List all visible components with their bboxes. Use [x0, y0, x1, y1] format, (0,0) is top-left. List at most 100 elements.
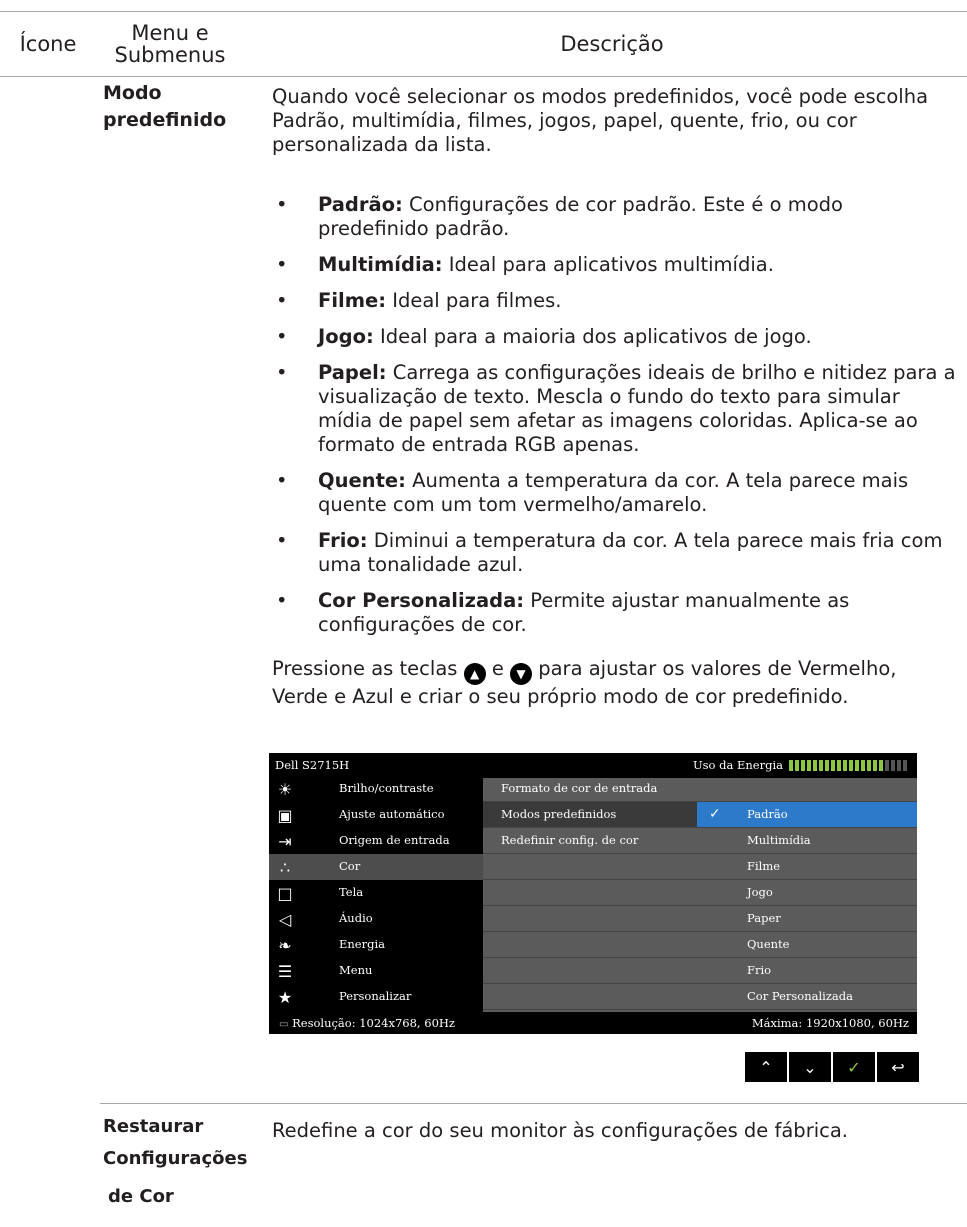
osd-energy-meter: Uso da Energia	[693, 758, 907, 772]
osd-main-item-label: Cor	[339, 859, 361, 873]
preset-term: Cor Personalizada:	[318, 589, 525, 612]
preset-term: Multimídia:	[318, 253, 443, 276]
down-arrow-key-icon: ▼	[510, 663, 533, 685]
osd-option-item[interactable]: Jogo	[697, 880, 917, 906]
preset-term: Filme:	[318, 289, 387, 312]
osd-energy-label: Uso da Energia	[692, 758, 783, 772]
osd-main-item[interactable]: ❧ Energia	[269, 932, 483, 958]
up-arrow-icon[interactable]: ⌃	[745, 1052, 787, 1082]
osd-main-item[interactable]: □ Tela	[269, 880, 483, 906]
osd-option-label: Filme	[747, 859, 781, 873]
preset-term: Frio:	[318, 529, 368, 552]
energy-bar	[801, 759, 805, 771]
osd-sub-empty-row	[483, 906, 697, 932]
osd-option-label: Padrão	[747, 807, 788, 821]
energy-icon: ❧	[278, 935, 292, 955]
osd-option-label: Cor Personalizada	[747, 989, 853, 1003]
osd-nav-buttons: ⌃ ⌄ ✓ ↩	[745, 1052, 919, 1082]
energy-bar	[819, 759, 823, 771]
input-source-icon: ⇥	[278, 831, 292, 851]
preset-list-item: Multimídia: Ideal para aplicativos multi…	[276, 253, 956, 277]
energy-bar	[807, 759, 811, 771]
preset-term-description: Diminui a temperatura da cor. A tela par…	[318, 529, 943, 576]
osd-option-item[interactable]: Cor Personalizada	[697, 984, 917, 1010]
osd-sub-empty-row	[483, 958, 697, 984]
osd-main-item-label: Áudio	[339, 911, 373, 925]
osd-option-item[interactable]: Filme	[697, 854, 917, 880]
energy-bar	[843, 759, 847, 771]
up-arrow-key-icon: ▲	[463, 663, 486, 685]
osd-main-item[interactable]: ★ Personalizar	[269, 984, 483, 1010]
preset-term: Jogo:	[318, 325, 374, 348]
osd-sub-item[interactable]: Redefinir config. de cor	[483, 828, 697, 854]
osd-option-label: Jogo	[747, 885, 773, 899]
osd-main-item[interactable]: ▣ Ajuste automático	[269, 802, 483, 828]
osd-resolution-text: Resolução: 1024x768, 60Hz	[292, 1016, 455, 1030]
osd-option-item[interactable]: Quente	[697, 932, 917, 958]
osd-option-label: Paper	[747, 911, 781, 925]
preset-term-description: Ideal para aplicativos multimídia.	[442, 253, 774, 276]
brightness-icon: ☀	[277, 779, 293, 799]
preset-intro: Quando você selecionar os modos predefin…	[272, 85, 929, 156]
osd-main-item-label: Origem de entrada	[339, 833, 450, 847]
osd-option-label: Multimídia	[747, 833, 811, 847]
energy-bar	[873, 759, 877, 771]
color-icon: ∴	[279, 857, 291, 877]
checkmark-icon[interactable]: ✓	[833, 1052, 875, 1082]
osd-main-item[interactable]: ◁ Áudio	[269, 906, 483, 932]
osd-main-item[interactable]: ☰ Menu	[269, 958, 483, 984]
preset-list-item: Jogo: Ideal para a maioria dos aplicativ…	[276, 325, 956, 349]
preset-term: Padrão:	[318, 193, 403, 216]
osd-option-item[interactable]: Paper	[697, 906, 917, 932]
down-arrow-icon[interactable]: ⌄	[789, 1052, 831, 1082]
energy-bar	[813, 759, 817, 771]
osd-option-item[interactable]: ✓ Padrão	[697, 802, 917, 828]
osd-main-item-label: Brilho/contraste	[339, 781, 434, 795]
preset-mode-label-line2: predefinido	[103, 109, 227, 131]
osd-main-item-label: Menu	[339, 963, 373, 977]
auto-adjust-icon: ▣	[277, 805, 293, 825]
preset-term-description: Ideal para a maioria dos aplicativos de …	[373, 325, 812, 348]
osd-main-item[interactable]: ⇥ Origem de entrada	[269, 828, 483, 854]
restore-description: Redefine a cor do seu monitor às configu…	[272, 1119, 848, 1142]
energy-bar	[879, 759, 883, 771]
restore-label-line2: Configurações	[103, 1148, 248, 1169]
osd-option-item[interactable]: Frio	[697, 958, 917, 984]
preset-list: Padrão: Configurações de cor padrão. Est…	[276, 193, 956, 649]
osd-main-item[interactable]: ☀ Brilho/contraste	[269, 776, 483, 802]
osd-sub-item[interactable]: Modos predefinidos	[483, 802, 697, 828]
osd-main-menu: ☀ Brilho/contraste ▣ Ajuste automático ⇥ Orig…	[269, 776, 483, 1033]
osd-title-bar: Dell S2715H Uso da Energia	[269, 753, 917, 778]
preset-list-item: Frio: Diminui a temperatura da cor. A te…	[276, 529, 956, 577]
monitor-icon: ▭	[279, 1019, 289, 1030]
osd-main-item-label: Ajuste automático	[339, 807, 445, 821]
osd-sub-item[interactable]: Formato de cor de entrada	[483, 776, 697, 802]
energy-bar	[789, 759, 793, 771]
osd-sub-menu: Formato de cor de entrada Modos predefini…	[483, 778, 697, 1012]
osd-sub-empty-row	[483, 880, 697, 906]
energy-bar	[849, 759, 853, 771]
osd-main-item[interactable]: ∴ Cor	[269, 854, 483, 880]
menu-icon: ☰	[277, 961, 293, 981]
preset-mode-label-line1: Modo	[103, 82, 162, 104]
header-menu-column: Menu e Submenus	[114, 21, 226, 67]
osd-option-label: Quente	[747, 937, 790, 951]
osd-sub-empty-row	[483, 984, 697, 1010]
energy-bar	[891, 759, 895, 771]
osd-options: ✓ Padrão Multimídia Filme Jogo Paper Quente Fri…	[697, 778, 917, 1012]
preset-term-description: Aumenta a temperatura da cor. A tela par…	[318, 469, 909, 516]
osd-max-resolution: Máxima: 1920x1080, 60Hz	[751, 1016, 909, 1030]
preset-term-description: Carrega as configurações ideais de brilh…	[318, 361, 956, 456]
selected-check-icon: ✓	[709, 806, 721, 822]
energy-bar	[795, 759, 799, 771]
osd-brand: Dell S2715H	[275, 758, 350, 772]
energy-bar	[831, 759, 835, 771]
preset-list-item: Papel: Carrega as configurações ideais d…	[276, 361, 956, 457]
preset-term: Papel:	[318, 361, 387, 384]
preset-term-description: Ideal para filmes.	[386, 289, 562, 312]
preset-list-item: Cor Personalizada: Permite ajustar manua…	[276, 589, 956, 637]
osd-resolution: ▭ Resolução: 1024x768, 60Hz	[279, 1016, 455, 1030]
back-icon[interactable]: ↩	[877, 1052, 919, 1082]
osd-option-item[interactable]: Multimídia	[697, 828, 917, 854]
osd-option-label: Frio	[747, 963, 772, 977]
